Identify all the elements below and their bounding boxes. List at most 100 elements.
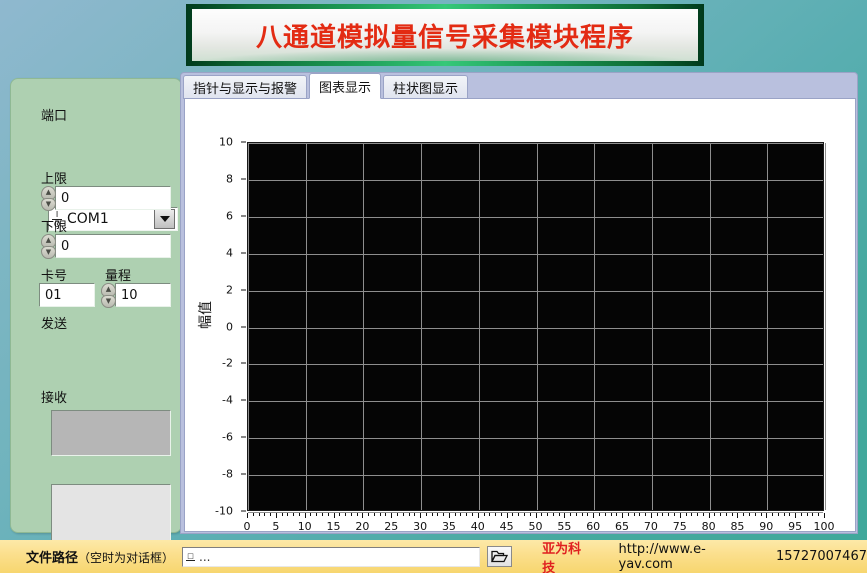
x-tick-mark [507,513,508,518]
gridline-vertical [421,143,422,510]
file-path-input[interactable]: □ ... [182,546,480,567]
x-tick-minor-mark [686,513,687,516]
y-tick-label: 8 [226,172,233,186]
x-tick-minor-mark [616,513,617,516]
x-tick-minor-mark [812,513,813,516]
x-tick-mark [334,513,335,518]
x-tick-minor-mark [437,513,438,516]
x-tick-minor-mark [466,513,467,516]
x-tick-minor-mark [460,513,461,516]
x-tick-minor-mark [351,513,352,516]
x-tick-minor-mark [599,513,600,516]
gridline-horizontal [248,143,823,144]
y-tick-mark [241,362,246,364]
x-tick-minor-mark [778,513,779,516]
x-tick-minor-mark [282,513,283,516]
upper-limit-stepper[interactable]: ▲ ▼ [41,186,56,211]
upper-limit-label: 上限 [41,172,68,187]
x-tick-minor-mark [264,513,265,516]
tab-pointer-display-alarm[interactable]: 指针与显示与报警 [183,75,308,99]
x-tick-minor-mark [662,513,663,516]
tab-strip: 指针与显示与报警 图表显示 柱状图显示 [181,73,857,99]
page-title: 八通道模拟量信号采集模块程序 [255,22,634,53]
gridline-vertical [479,143,480,510]
y-tick-mark [241,326,246,327]
x-tick-minor-mark [293,513,294,516]
x-tick-label: 55 [557,520,572,533]
x-tick-mark [651,513,652,518]
x-tick-minor-mark [501,513,502,516]
x-tick-minor-mark [605,513,606,516]
x-tick-minor-mark [789,513,790,516]
x-tick-mark [709,513,710,518]
y-tick-mark [241,510,246,512]
y-tick-mark [241,215,246,217]
y-tick-label: -2 [222,356,233,370]
card-no-label: 卡号 [41,269,68,284]
folder-open-icon [490,550,508,563]
lower-limit-input[interactable]: 0 [55,234,171,258]
x-tick-minor-mark [530,513,531,516]
x-tick-minor-mark [801,513,802,516]
range-stepper[interactable]: ▲ ▼ [101,283,116,308]
x-tick-minor-mark [310,513,311,516]
gridline-vertical [537,143,538,510]
upper-limit-input[interactable]: 0 [55,186,171,210]
x-tick-minor-mark [316,513,317,516]
x-tick-minor-mark [807,513,808,516]
lower-limit-stepper[interactable]: ▲ ▼ [41,234,56,259]
gridline-horizontal [248,291,823,292]
x-tick-mark [766,513,767,518]
x-tick-minor-mark [455,513,456,516]
y-tick-mark [241,289,246,291]
x-tick-label: 5 [272,520,280,533]
x-tick-minor-mark [432,513,433,516]
x-tick-minor-mark [714,513,715,516]
control-panel: 端口 IO COM1 上限 ▲ ▼ 0 下限 ▲ ▼ 0 卡号 01 量程 ▲ … [10,78,182,573]
file-path-value: ... [199,549,211,564]
x-tick-minor-mark [726,513,727,516]
x-tick-minor-mark [772,513,773,516]
file-path-label-text: 文件路径 [26,551,79,566]
stepper-down-icon[interactable]: ▼ [41,197,56,211]
x-tick-minor-mark [628,513,629,516]
x-tick-minor-mark [570,513,571,516]
x-tick-mark [362,513,363,518]
browse-folder-button[interactable] [486,546,513,567]
waveform-chart[interactable]: 幅值 10 8 6 4 2 0 -2 -4 -6 -8 -10 0 5 10 15 20 25 30 35 40 45 5… [185,99,855,567]
x-tick-minor-mark [472,513,473,516]
gridline-vertical [306,143,307,510]
x-tick-label: 95 [788,520,803,533]
range-input[interactable]: 10 [115,283,171,307]
gridline-vertical [767,143,768,510]
x-tick-minor-mark [703,513,704,516]
port-select[interactable]: IO COM1 [48,207,178,231]
y-tick-label: 10 [219,135,233,149]
x-tick-minor-mark [489,513,490,516]
y-tick-label: -10 [215,504,233,518]
tab-bar-chart-display[interactable]: 柱状图显示 [383,75,469,99]
x-tick-minor-mark [634,513,635,516]
x-tick-mark [795,513,796,518]
x-tick-minor-mark [674,513,675,516]
y-tick-label: -8 [222,467,233,481]
y-tick-label: 0 [226,320,233,333]
title-banner: 八通道模拟量信号采集模块程序 [186,4,704,66]
tab-chart-display[interactable]: 图表显示 [309,73,382,99]
stepper-down-icon[interactable]: ▼ [101,294,116,308]
x-tick-minor-mark [541,513,542,516]
card-no-input[interactable]: 01 [39,283,95,307]
plot-area[interactable] [247,142,826,513]
x-tick-label: 30 [413,520,428,533]
x-tick-label: 50 [528,520,543,533]
port-label: 端口 [41,109,68,124]
x-tick-minor-mark [697,513,698,516]
x-tick-minor-mark [414,513,415,516]
y-tick-mark [241,178,246,180]
send-label: 发送 [41,317,68,332]
x-tick-mark [478,513,479,518]
x-tick-label: 35 [441,520,456,533]
x-tick-mark [276,513,277,518]
stepper-down-icon[interactable]: ▼ [41,245,56,259]
chevron-down-icon[interactable] [154,209,175,229]
